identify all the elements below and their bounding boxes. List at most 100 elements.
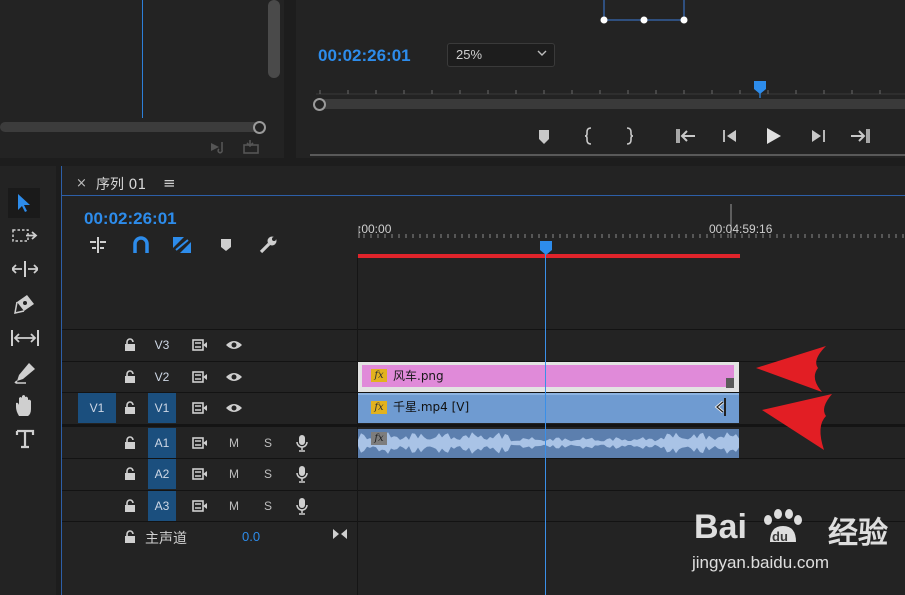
go-to-edge-icon[interactable] xyxy=(332,527,348,541)
sync-lock-icon[interactable] xyxy=(192,468,208,480)
step-back-icon[interactable] xyxy=(721,129,739,143)
insert-icon[interactable] xyxy=(210,140,230,154)
go-to-out-icon[interactable] xyxy=(849,128,871,144)
solo-button[interactable]: S xyxy=(256,431,280,455)
annotation-arrow-icon xyxy=(756,346,826,392)
hand-tool[interactable] xyxy=(14,394,36,418)
step-forward-icon[interactable] xyxy=(809,129,827,143)
track-target-v1[interactable]: V1 xyxy=(148,393,176,423)
pen-tool[interactable] xyxy=(14,362,36,384)
sequence-tab-title[interactable]: 序列 01 xyxy=(96,174,146,194)
fx-badge[interactable]: fx xyxy=(371,401,387,414)
program-bottom-line xyxy=(310,154,905,156)
razor-icon xyxy=(14,295,34,314)
panel-menu-icon[interactable]: ≡ xyxy=(163,174,176,192)
mute-button[interactable]: M xyxy=(222,494,246,518)
track-target-a2[interactable]: A2 xyxy=(148,459,176,489)
program-timecode[interactable]: 00:02:26:01 xyxy=(318,46,411,66)
mark-out-icon[interactable] xyxy=(623,127,635,145)
slip-tool[interactable] xyxy=(10,329,40,347)
track-select-tool[interactable] xyxy=(12,227,38,245)
track-target-v2[interactable]: V2 xyxy=(148,362,176,392)
ruler-end-label: 00:04:59:16 xyxy=(709,222,773,236)
lock-icon[interactable] xyxy=(124,401,136,415)
microphone-icon[interactable] xyxy=(296,465,308,483)
microphone-icon[interactable] xyxy=(296,497,308,515)
slip-icon xyxy=(11,330,39,346)
playhead[interactable] xyxy=(539,240,553,256)
lock-icon[interactable] xyxy=(124,499,136,513)
add-marker-icon[interactable] xyxy=(537,129,551,145)
hand-icon xyxy=(16,395,31,416)
lock-icon[interactable] xyxy=(124,436,136,450)
linked-selection-icon[interactable] xyxy=(172,236,192,254)
watermark-site: jingyan.baidu.com xyxy=(692,553,830,572)
ruler-start-label: :00:00 xyxy=(358,222,392,236)
eye-icon[interactable] xyxy=(225,371,243,383)
zoom-select[interactable]: 25% xyxy=(447,43,555,67)
clip-v1-video[interactable]: fx 千星.mp4 [V] xyxy=(358,393,739,423)
clip-v1-name: 千星.mp4 [V] xyxy=(393,400,470,414)
track-row-a3: A3 M S xyxy=(62,491,358,522)
timeline-timecode[interactable]: 00:02:26:01 xyxy=(84,209,177,229)
time-ruler[interactable]: :00:00 00:04:59:16 xyxy=(358,196,905,256)
type-tool[interactable] xyxy=(15,429,35,449)
play-icon[interactable] xyxy=(765,127,783,145)
eye-icon[interactable] xyxy=(225,339,243,351)
wrench-settings-icon[interactable] xyxy=(259,236,279,254)
selection-tool[interactable] xyxy=(8,188,40,218)
track-target-a1[interactable]: A1 xyxy=(148,428,176,458)
source-zoom-handle[interactable] xyxy=(253,121,266,134)
fx-badge[interactable]: fx xyxy=(371,432,387,445)
source-scrollbar[interactable] xyxy=(268,0,280,78)
sync-lock-icon[interactable] xyxy=(192,339,208,351)
lock-icon[interactable] xyxy=(124,338,136,352)
close-tab-icon[interactable]: × xyxy=(76,176,87,191)
clip-a1-audio[interactable]: fx xyxy=(358,429,739,458)
microphone-icon[interactable] xyxy=(296,434,308,452)
track-row-a1: A1 M S xyxy=(62,427,358,458)
add-marker-timeline-icon[interactable] xyxy=(220,238,232,252)
source-playhead-line xyxy=(142,0,143,118)
fx-badge[interactable]: fx xyxy=(371,369,387,382)
clip-v2-image[interactable]: fx 风车.png xyxy=(358,362,739,392)
sync-lock-icon[interactable] xyxy=(192,437,208,449)
program-zoom-bar[interactable] xyxy=(318,99,905,109)
mute-button[interactable]: M xyxy=(222,462,246,486)
arrow-pointer-icon xyxy=(18,194,30,212)
eye-icon[interactable] xyxy=(225,402,243,414)
sync-lock-icon[interactable] xyxy=(192,402,208,414)
watermark-brand-cn: 经验 xyxy=(828,516,888,551)
sync-lock-icon[interactable] xyxy=(192,371,208,383)
track-target-v3[interactable]: V3 xyxy=(148,330,176,360)
overwrite-icon[interactable] xyxy=(242,139,262,155)
solo-button[interactable]: S xyxy=(256,462,280,486)
lock-icon[interactable] xyxy=(124,530,136,544)
track-target-a3[interactable]: A3 xyxy=(148,491,176,521)
track-row-v2: V2 xyxy=(62,362,358,393)
svg-text:du: du xyxy=(772,529,788,544)
playhead-line xyxy=(545,254,546,595)
solo-button[interactable]: S xyxy=(256,494,280,518)
program-zoom-handle[interactable] xyxy=(313,98,326,111)
ripple-edit-tool[interactable] xyxy=(12,260,38,278)
timeline-panel: × 序列 01 ≡ 00:02:26:01 :00:00 00:04:59:16 xyxy=(61,166,905,595)
snap-magnet-icon[interactable] xyxy=(133,236,149,254)
go-to-in-icon[interactable] xyxy=(675,128,697,144)
mark-in-icon[interactable] xyxy=(583,127,595,145)
track-row-master: 主声道 0.0 xyxy=(62,523,358,554)
transform-box[interactable] xyxy=(596,0,696,28)
nest-toggle-icon[interactable] xyxy=(89,236,107,254)
source-zoom-bar[interactable] xyxy=(0,122,262,132)
lock-icon[interactable] xyxy=(124,467,136,481)
tools-panel xyxy=(0,166,56,595)
mute-button[interactable]: M xyxy=(222,431,246,455)
master-volume-value[interactable]: 0.0 xyxy=(242,529,260,544)
lock-icon[interactable] xyxy=(124,370,136,384)
zoom-value: 25% xyxy=(456,47,483,62)
source-patch-v1[interactable]: V1 xyxy=(78,393,116,423)
track-select-icon xyxy=(12,229,38,242)
sync-lock-icon[interactable] xyxy=(192,500,208,512)
clip-v2-name: 风车.png xyxy=(393,369,444,383)
razor-tool[interactable] xyxy=(14,294,36,314)
